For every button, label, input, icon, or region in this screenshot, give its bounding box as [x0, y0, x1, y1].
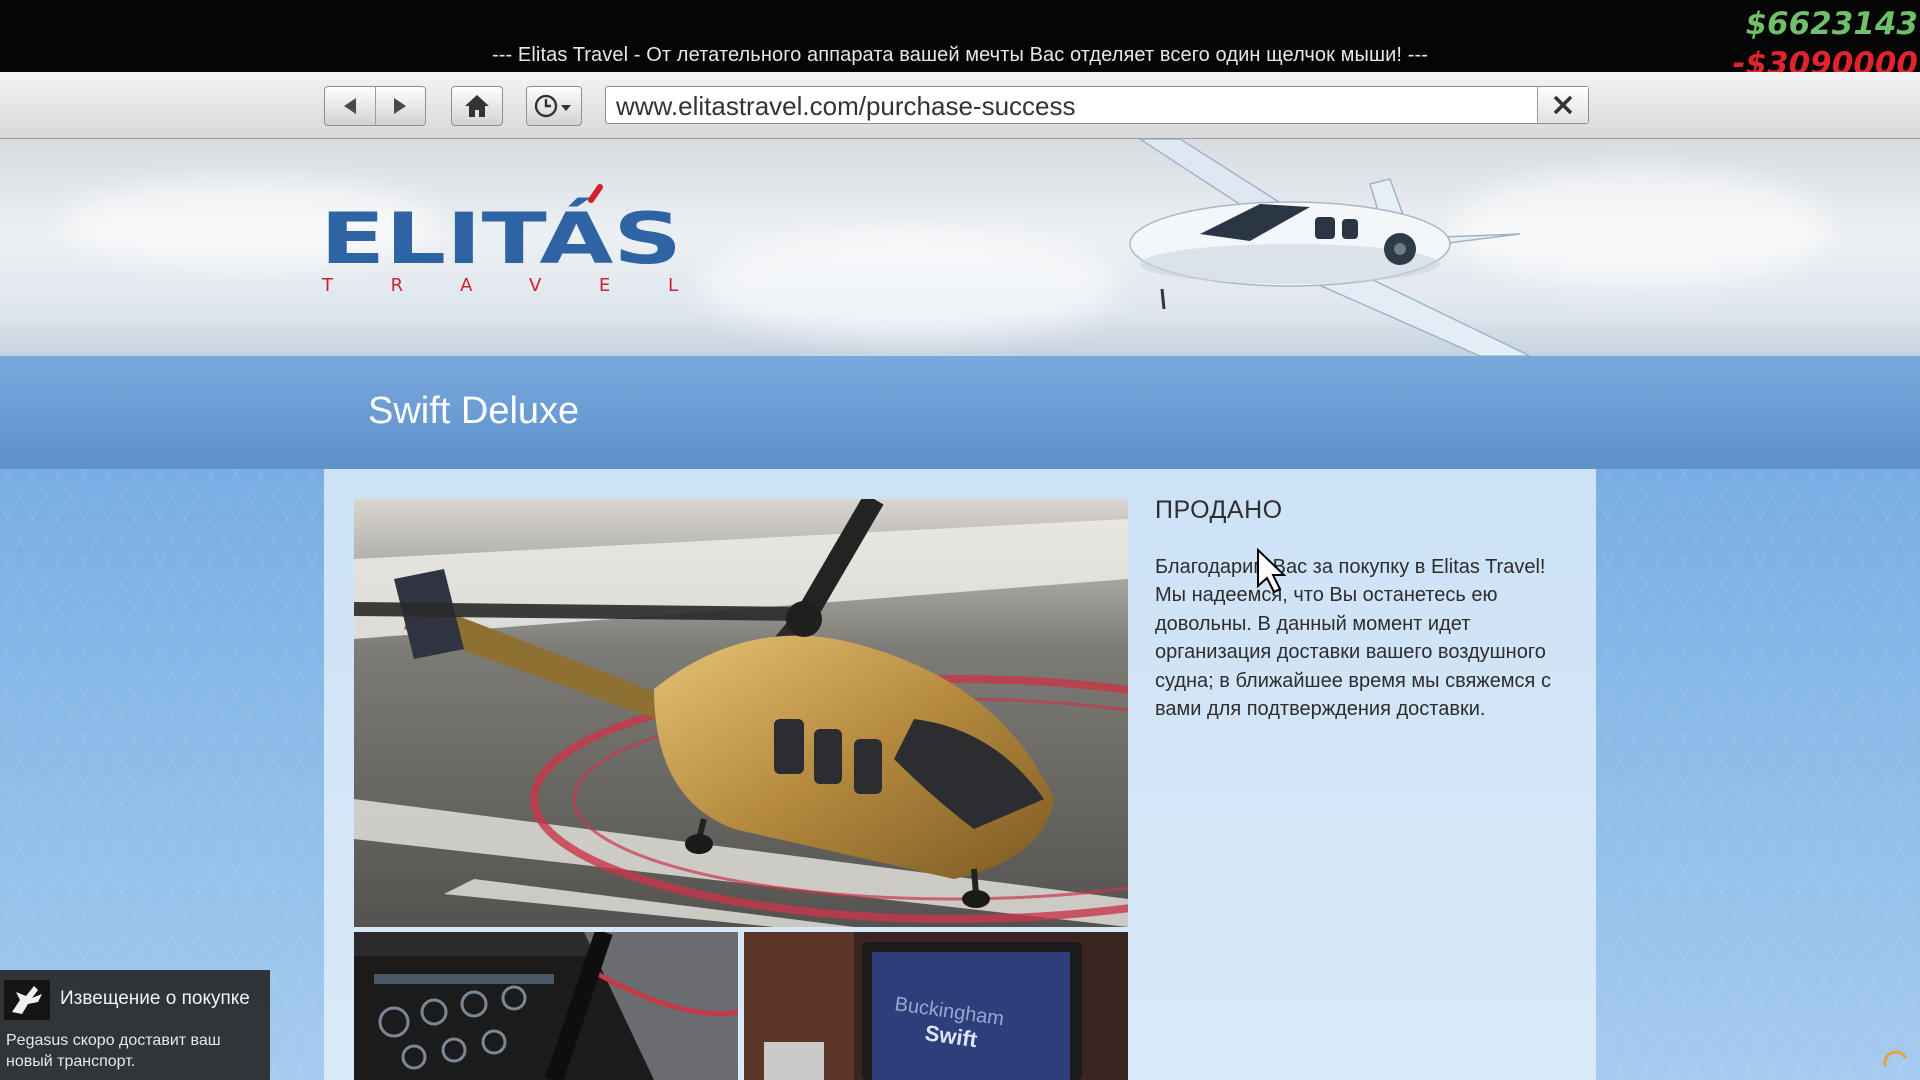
helicopter-image: [354, 499, 1128, 927]
purchase-message: Благодарим Вас за покупку в Elitas Trave…: [1155, 556, 1551, 721]
bank-balance: $6623143: [1745, 6, 1918, 42]
home-button[interactable]: [451, 86, 503, 126]
elitas-travel-logo[interactable]: ELITÁS TRAVEL: [320, 183, 690, 298]
close-icon: [1553, 95, 1573, 115]
cockpit-thumbnail[interactable]: [354, 932, 738, 1080]
logo-word: ELITÁS: [320, 198, 682, 280]
site-header: ELITÁS TRAVEL: [0, 139, 1920, 356]
window-title: --- Elitas Travel - От летательного аппа…: [491, 44, 1428, 66]
forward-button[interactable]: [374, 87, 426, 125]
browser-toolbar: [0, 72, 1920, 139]
cabin-image: Buckingham Swift: [744, 932, 1128, 1080]
thumbnail-row: Buckingham Swift: [354, 932, 1128, 1080]
mouse-cursor-icon: [1257, 548, 1286, 594]
cabin-thumbnail[interactable]: Buckingham Swift: [744, 932, 1128, 1080]
forward-arrow-icon: [394, 98, 407, 114]
cockpit-image: [354, 932, 738, 1080]
address-bar[interactable]: [605, 86, 1589, 124]
vehicle-title: Swift Deluxe: [368, 390, 580, 432]
url-input[interactable]: [614, 90, 1538, 122]
url-close-button[interactable]: [1537, 87, 1588, 123]
jet-image: [1129, 139, 1531, 356]
history-button[interactable]: [526, 86, 582, 126]
notification-title: Извещение о покупке: [60, 988, 250, 1009]
home-icon: [465, 95, 489, 117]
status-heading: ПРОДАНО: [1155, 496, 1283, 524]
back-arrow-icon: [343, 98, 356, 114]
vehicle-main-image[interactable]: [354, 499, 1128, 927]
loading-spinner-icon: [1883, 1050, 1907, 1067]
back-button[interactable]: [325, 87, 375, 125]
window-title-bar: --- Elitas Travel - От летательного аппа…: [0, 0, 1920, 72]
pegasus-icon: [4, 980, 50, 1020]
nav-button-group: [324, 86, 426, 126]
clock-history-icon: [534, 94, 571, 118]
cloud-decoration: [700, 229, 1120, 339]
notification-body: Pegasus скоро доставит ваш новый транспо…: [6, 1032, 221, 1070]
title-band: Swift Deluxe: [0, 356, 1920, 469]
purchase-notification: Извещение о покупке Pegasus скоро достав…: [0, 970, 270, 1080]
